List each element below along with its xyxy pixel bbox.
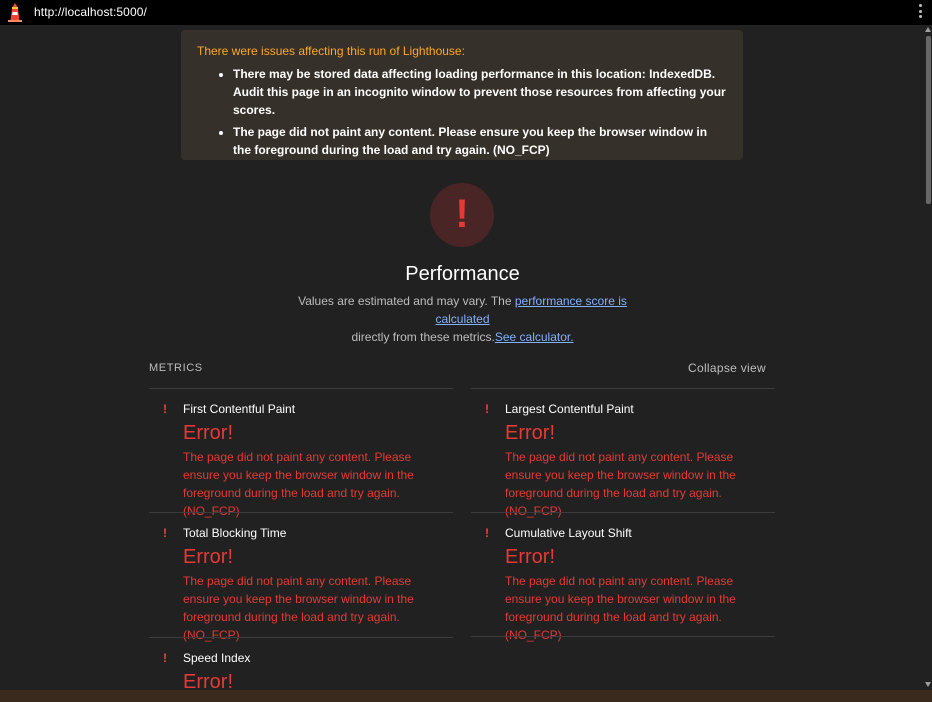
- metric-largest-contentful-paint: ! Largest Contentful Paint Error! The pa…: [471, 388, 775, 518]
- performance-gauge: !: [430, 183, 494, 247]
- error-icon: !: [163, 651, 167, 665]
- scroll-up-arrow-icon[interactable]: [925, 27, 931, 32]
- url-text[interactable]: http://localhost:5000/: [34, 5, 147, 19]
- collapse-view-toggle[interactable]: Collapse view: [688, 361, 766, 375]
- metric-name: Largest Contentful Paint: [505, 402, 634, 416]
- warning-item: There may be stored data affecting loadi…: [233, 65, 727, 119]
- error-icon: !: [163, 402, 167, 416]
- performance-title: Performance: [405, 263, 520, 285]
- metric-error-message: The page did not paint any content. Plea…: [505, 574, 736, 642]
- metric-name: Total Blocking Time: [183, 526, 287, 540]
- metric-first-contentful-paint: ! First Contentful Paint Error! The page…: [149, 388, 453, 518]
- metric-total-blocking-time: ! Total Blocking Time Error! The page di…: [149, 512, 453, 642]
- error-icon: !: [455, 192, 469, 236]
- metric-value: Error!: [505, 546, 555, 568]
- error-icon: !: [485, 526, 489, 540]
- metric-value: Error!: [505, 422, 555, 444]
- metric-cumulative-layout-shift: ! Cumulative Layout Shift Error! The pag…: [471, 512, 775, 642]
- metric-error-message: The page did not paint any content. Plea…: [183, 450, 414, 518]
- metric-speed-index: ! Speed Index Error!: [149, 637, 453, 690]
- warning-item: The page did not paint any content. Plea…: [233, 123, 727, 159]
- error-icon: !: [163, 526, 167, 540]
- metric-value: Error!: [183, 671, 233, 690]
- scrollbar-thumb[interactable]: [926, 36, 931, 204]
- calculator-link[interactable]: See calculator.: [495, 330, 574, 344]
- error-icon: !: [485, 402, 489, 416]
- metric-name: Cumulative Layout Shift: [505, 526, 632, 540]
- metric-error-message: The page did not paint any content. Plea…: [505, 450, 736, 518]
- metric-name: First Contentful Paint: [183, 402, 296, 416]
- metric-name: Speed Index: [183, 651, 251, 665]
- kebab-menu-icon[interactable]: [919, 4, 923, 20]
- browser-top-bar: http://localhost:5000/: [0, 0, 932, 25]
- metric-error-message: The page did not paint any content. Plea…: [183, 574, 414, 642]
- bottom-bar: [0, 690, 932, 702]
- desc-middle: directly from these metrics.: [351, 330, 495, 344]
- report-content: There were issues affecting this run of …: [0, 25, 925, 690]
- metric-divider: [471, 636, 775, 690]
- lighthouse-icon: [8, 3, 22, 22]
- warnings-title: There were issues affecting this run of …: [197, 44, 465, 58]
- metrics-header: METRICS: [149, 362, 203, 374]
- performance-description: Values are estimated and may vary. The p…: [270, 292, 655, 346]
- warnings-list: There may be stored data affecting loadi…: [197, 65, 727, 159]
- desc-prefix: Values are estimated and may vary. The: [298, 294, 515, 308]
- metric-value: Error!: [183, 422, 233, 444]
- metric-value: Error!: [183, 546, 233, 568]
- warnings-box: There were issues affecting this run of …: [181, 30, 743, 160]
- scroll-down-arrow-icon[interactable]: [925, 682, 931, 687]
